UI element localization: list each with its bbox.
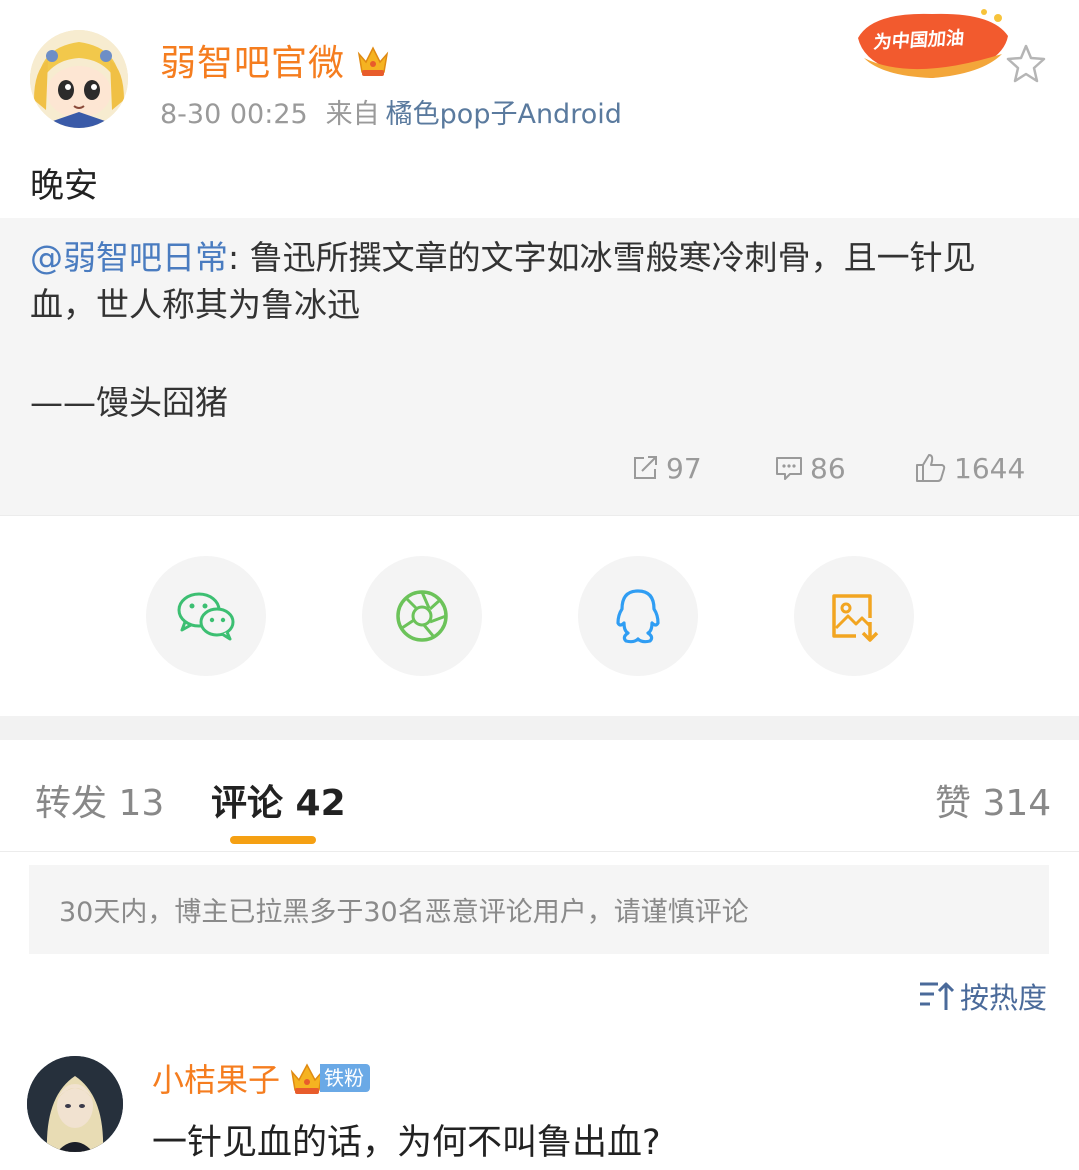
fan-badge[interactable]: 铁粉 [288, 1060, 371, 1096]
star-icon[interactable] [1002, 40, 1050, 88]
share-save-image-button[interactable] [794, 556, 914, 676]
share-count: 97 [666, 451, 702, 485]
post-header: 弱智吧官微 8-30 00:25 来自 橘色pop子Android 为中国加油 [0, 0, 1079, 140]
detail-tabs: 转发 13 评论 42 赞 314 [0, 740, 1079, 852]
username-row: 弱智吧官微 [160, 36, 393, 84]
repost-mention[interactable]: @弱智吧日常 [30, 238, 228, 277]
sort-icon [920, 982, 954, 1010]
tab-repost[interactable]: 转发 13 [35, 774, 164, 826]
comment-icon [776, 457, 802, 480]
wechat-icon [177, 592, 235, 641]
sort-button[interactable]: 按热度 [918, 976, 1047, 1016]
qq-icon [616, 589, 660, 644]
share-wechat-button[interactable] [146, 556, 266, 676]
repost-comment-count[interactable]: 86 [774, 448, 846, 488]
username[interactable]: 弱智吧官微 [160, 34, 345, 86]
repost-signature: ——馒头囧猪 [30, 383, 228, 422]
share-qq-button[interactable] [578, 556, 698, 676]
repost-like-count[interactable]: 1644 [914, 448, 1025, 488]
moments-icon [396, 590, 448, 642]
promo-text: 为中国加油 [872, 27, 966, 54]
share-row [0, 516, 1079, 716]
repost-share-count[interactable]: 97 [630, 448, 702, 488]
comment-name-row: 小桔果子 铁粉 [152, 1055, 371, 1101]
section-divider [0, 716, 1079, 740]
post-meta: 8-30 00:25 来自 橘色pop子Android [160, 92, 622, 131]
crown-badge-icon [353, 40, 393, 80]
post-text: 晚安 [30, 166, 98, 206]
promo-badge[interactable]: 为中国加油 [852, 8, 1014, 84]
share-moments-button[interactable] [362, 556, 482, 676]
commenter-avatar[interactable] [27, 1056, 123, 1152]
share-icon [634, 456, 657, 479]
post-source[interactable]: 橘色pop子Android [386, 99, 622, 130]
repost-block[interactable]: @弱智吧日常: 鲁迅所撰文章的文字如冰雪般寒冷刺骨，且一针见血，世人称其为鲁冰迅… [0, 218, 1079, 516]
tab-comments[interactable]: 评论 42 [211, 774, 346, 826]
comment-count: 86 [810, 451, 846, 485]
comment-item: 小桔果子 铁粉 一针见血的话，为何不叫鲁出血? [0, 1040, 1079, 1170]
tab-active-indicator [230, 836, 316, 844]
repost-separator: : [228, 238, 250, 277]
sort-label: 按热度 [960, 981, 1048, 1015]
save-image-icon [832, 594, 879, 642]
tab-likes[interactable]: 赞 314 [935, 774, 1051, 826]
thumbs-up-icon [916, 454, 946, 482]
repost-text: @弱智吧日常: 鲁迅所撰文章的文字如冰雪般寒冷刺骨，且一针见血，世人称其为鲁冰迅 [30, 234, 1040, 328]
comment-notice: 30天内，博主已拉黑多于30名恶意评论用户，请谨慎评论 [29, 865, 1049, 954]
user-avatar[interactable] [30, 30, 128, 128]
like-count: 1644 [954, 451, 1026, 485]
comment-text: 一针见血的话，为何不叫鲁出血? [152, 1123, 661, 1163]
post-timestamp: 8-30 00:25 [160, 99, 308, 130]
commenter-username[interactable]: 小桔果子 [152, 1055, 280, 1101]
source-prefix: 来自 [325, 99, 380, 130]
fan-badge-label: 铁粉 [320, 1064, 371, 1092]
